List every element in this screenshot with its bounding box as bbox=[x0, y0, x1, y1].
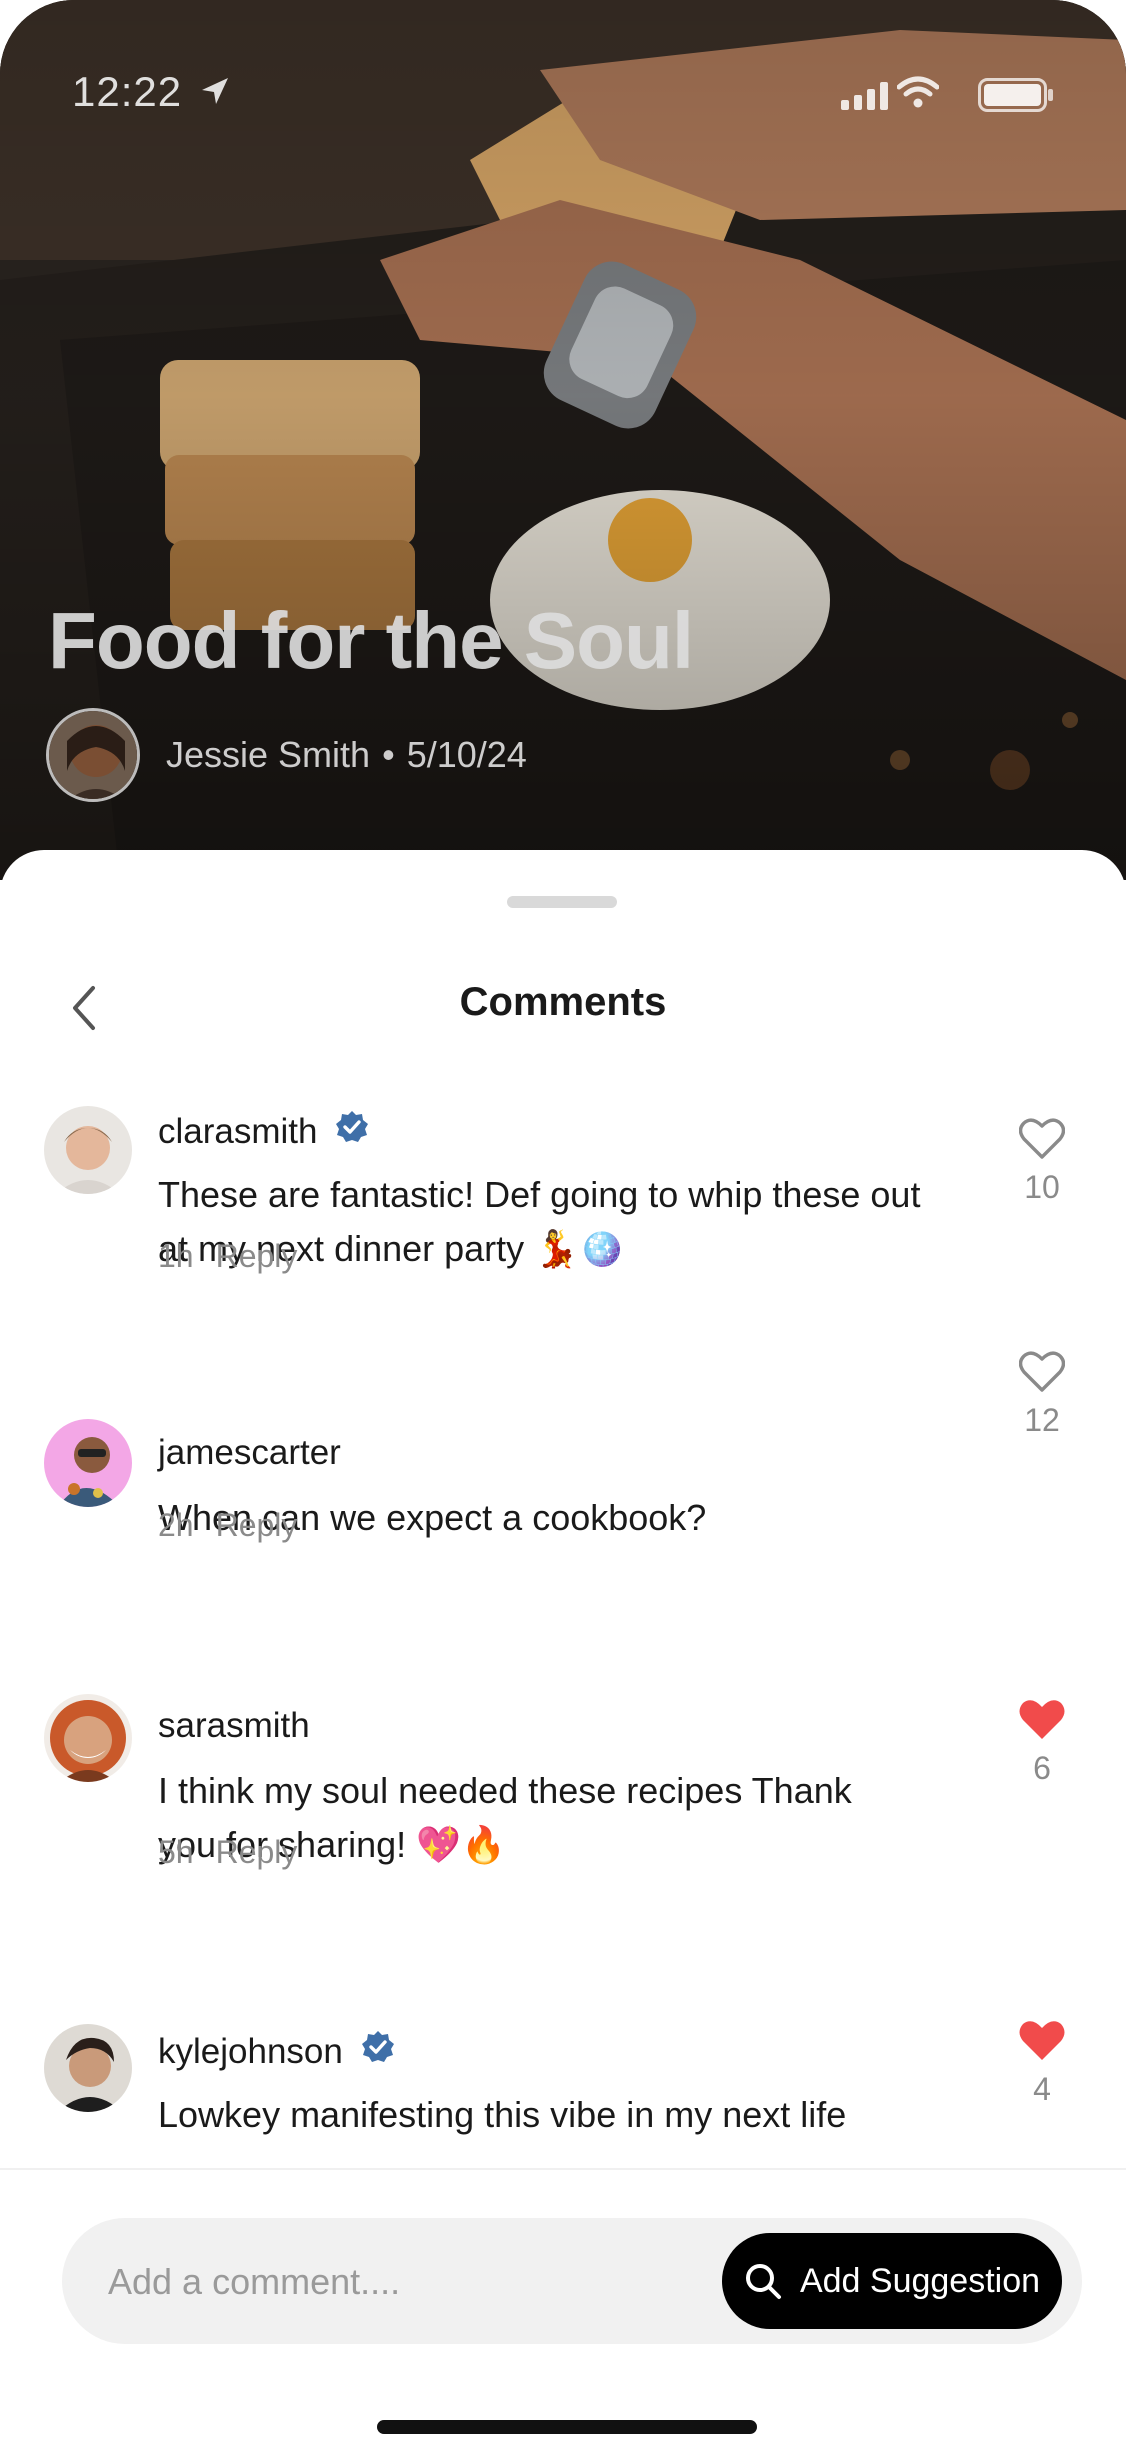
like-button[interactable]: 4 bbox=[1012, 2020, 1072, 2108]
author-name[interactable]: Jessie Smith bbox=[166, 734, 370, 776]
commenter-avatar[interactable] bbox=[44, 1694, 132, 1782]
like-button[interactable]: 10 bbox=[1012, 1118, 1072, 1206]
location-arrow-icon bbox=[200, 76, 230, 111]
like-count: 4 bbox=[1033, 2071, 1051, 2107]
status-time: 12:22 bbox=[72, 68, 183, 115]
comment-text: Lowkey manifesting this vibe in my next … bbox=[158, 2094, 847, 2135]
comment-meta: 2h Reply bbox=[158, 1507, 297, 1544]
comment-username[interactable]: kylejohnson bbox=[158, 2030, 395, 2073]
username-text[interactable]: clarasmith bbox=[158, 1112, 317, 1152]
reply-button[interactable]: Reply bbox=[216, 1238, 298, 1275]
commenter-avatar[interactable] bbox=[44, 1106, 132, 1194]
comment-time: 5h bbox=[158, 1834, 194, 1870]
post-hero: 12:22 Food for the Soul Jessie Smith • 5… bbox=[0, 0, 1126, 880]
username-text[interactable]: kylejohnson bbox=[158, 2032, 343, 2072]
composer-divider bbox=[0, 2168, 1126, 2170]
comment-username[interactable]: clarasmith bbox=[158, 1110, 369, 1153]
like-count: 12 bbox=[1024, 1402, 1060, 1438]
heart-filled-icon bbox=[1019, 2020, 1065, 2067]
reply-button[interactable]: Reply bbox=[216, 1507, 298, 1544]
add-suggestion-label: Add Suggestion bbox=[799, 2261, 1041, 2300]
post-date: 5/10/24 bbox=[406, 734, 527, 775]
wifi-icon bbox=[896, 76, 940, 113]
commenter-avatar[interactable] bbox=[44, 1419, 132, 1507]
author-row[interactable]: Jessie Smith • 5/10/24 bbox=[46, 705, 527, 805]
verified-badge-icon bbox=[361, 2030, 395, 2073]
like-button[interactable]: 6 bbox=[1012, 1699, 1072, 1787]
comment-username[interactable]: jamescarter bbox=[158, 1433, 341, 1473]
comment-meta: 5h Reply bbox=[158, 1834, 297, 1871]
status-bar: 12:22 bbox=[72, 62, 1054, 122]
heart-filled-icon bbox=[1019, 1699, 1065, 1746]
battery-icon bbox=[978, 78, 1054, 117]
heart-outline-icon bbox=[1018, 1351, 1066, 1398]
cellular-signal-icon bbox=[841, 82, 889, 115]
meta-separator: • bbox=[382, 734, 395, 775]
comment-input[interactable] bbox=[106, 2218, 710, 2346]
comments-sheet: Comments clarasmith These are fantastic!… bbox=[0, 850, 1126, 2457]
post-title: Food for the Soul bbox=[48, 596, 694, 685]
search-icon bbox=[744, 2262, 782, 2300]
commenter-avatar[interactable] bbox=[44, 2024, 132, 2112]
comment-username[interactable]: sarasmith bbox=[158, 1706, 310, 1746]
username-text[interactable]: jamescarter bbox=[158, 1433, 341, 1473]
like-count: 10 bbox=[1024, 1169, 1060, 1205]
like-count: 6 bbox=[1033, 1750, 1051, 1786]
comment-time: 1h bbox=[158, 1238, 194, 1274]
home-indicator[interactable] bbox=[377, 2420, 757, 2434]
username-text[interactable]: sarasmith bbox=[158, 1706, 310, 1746]
comment-meta: 1h Reply bbox=[158, 1238, 297, 1275]
heart-outline-icon bbox=[1018, 1118, 1066, 1165]
reply-button[interactable]: Reply bbox=[216, 1834, 298, 1871]
comment-composer: Add Suggestion bbox=[62, 2218, 1082, 2346]
verified-badge-icon bbox=[335, 1110, 369, 1153]
author-avatar[interactable] bbox=[46, 708, 140, 802]
like-button[interactable]: 12 bbox=[1012, 1351, 1072, 1439]
add-suggestion-button[interactable]: Add Suggestion bbox=[722, 2233, 1062, 2329]
comment-time: 2h bbox=[158, 1507, 194, 1543]
comment-list[interactable]: clarasmith These are fantastic! Def goin… bbox=[0, 850, 1126, 2168]
